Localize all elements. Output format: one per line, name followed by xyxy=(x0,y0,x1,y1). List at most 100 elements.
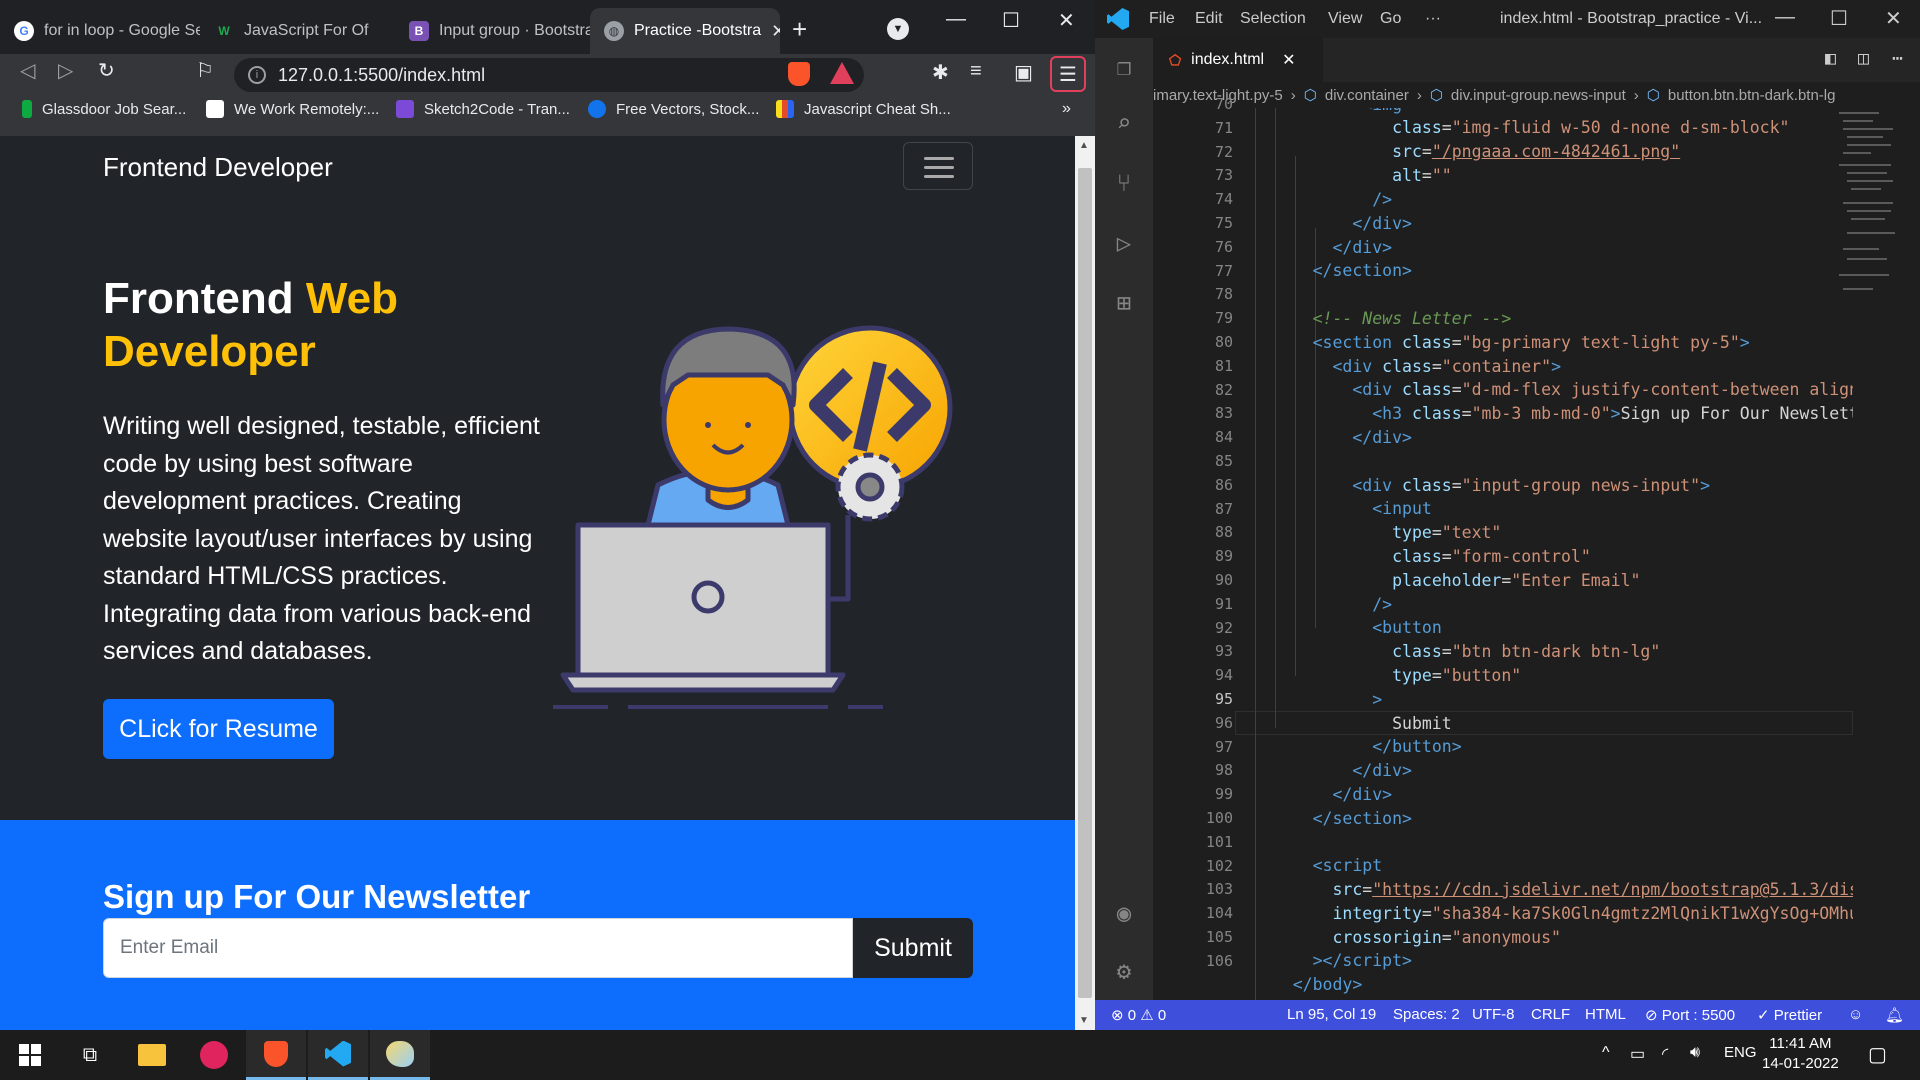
bookmark-free-vectors[interactable]: Free Vectors, Stock... xyxy=(588,100,759,118)
bookmark-glassdoor[interactable]: Glassdoor Job Sear... xyxy=(22,100,186,118)
search-icon[interactable]: ⌕ xyxy=(1109,108,1139,138)
notifications-bell-icon[interactable]: 🔔︎ xyxy=(1885,1006,1904,1024)
minimize-icon[interactable]: — xyxy=(1775,6,1795,29)
reload-icon[interactable]: ↻ xyxy=(98,58,115,83)
extensions-icon[interactable]: ✱ xyxy=(932,60,949,85)
email-input[interactable]: Enter Email xyxy=(103,918,853,978)
tab-practice-bootstrap[interactable]: ◍ Practice -Bootstra ✕ xyxy=(590,8,780,54)
newsletter-title: Sign up For Our Newsletter xyxy=(103,878,531,915)
breadcrumb-item[interactable]: div.container xyxy=(1325,87,1409,104)
live-server-port-status[interactable]: ⊘ Port : 5500 xyxy=(1645,1006,1735,1024)
language-status[interactable]: HTML xyxy=(1585,1006,1626,1023)
notification-center-icon[interactable]: ▢ xyxy=(1868,1042,1887,1067)
scrollbar-thumb[interactable] xyxy=(1078,168,1092,998)
maximize-icon[interactable]: ☐ xyxy=(1002,8,1020,33)
clock-date: 14-01-2022 xyxy=(1762,1055,1839,1072)
extensions-icon[interactable]: ⊞ xyxy=(1109,288,1139,318)
media-player-icon[interactable] xyxy=(184,1030,244,1080)
problems-status[interactable]: ⊗ 0 ⚠ 0 xyxy=(1111,1006,1166,1024)
close-tab-icon[interactable]: ✕ xyxy=(771,21,780,42)
explorer-icon[interactable]: ❐ xyxy=(1109,52,1139,82)
new-tab-icon[interactable]: + xyxy=(792,14,807,45)
playlist-icon[interactable]: ≡ xyxy=(970,60,982,83)
address-bar[interactable]: i 127.0.0.1:5500/index.html xyxy=(234,58,864,92)
menu-more[interactable]: ··· xyxy=(1425,10,1441,28)
site-info-icon[interactable]: i xyxy=(248,66,266,84)
battery-icon[interactable]: ▭ xyxy=(1630,1044,1645,1064)
navbar-brand[interactable]: Frontend Developer xyxy=(103,152,333,183)
minimap[interactable] xyxy=(1837,108,1907,338)
submit-button[interactable]: Submit xyxy=(853,918,973,978)
tab-bootstrap-input-group[interactable]: B Input group · Bootstra xyxy=(395,8,590,54)
line-number: 93 xyxy=(1214,642,1233,661)
eol-status[interactable]: CRLF xyxy=(1531,1006,1570,1023)
forward-icon[interactable]: ▷ xyxy=(58,58,73,83)
bookmark-sketch2code[interactable]: Sketch2Code - Tran... xyxy=(396,100,570,118)
more-bookmarks-icon[interactable]: » xyxy=(1062,100,1071,118)
breadcrumb-item[interactable]: button.btn.btn-dark.btn-lg xyxy=(1668,87,1836,104)
menu-go[interactable]: Go xyxy=(1380,10,1401,28)
scroll-up-icon[interactable]: ▲ xyxy=(1079,140,1089,151)
menu-selection[interactable]: Selection xyxy=(1240,10,1306,28)
feedback-icon[interactable]: ☺ xyxy=(1848,1006,1863,1023)
wifi-icon[interactable]: ◜ xyxy=(1662,1044,1668,1064)
tab-google[interactable]: G for in loop - Google Se xyxy=(0,8,200,54)
close-editor-icon[interactable]: ✕ xyxy=(1282,50,1295,70)
editor-tab-index-html[interactable]: ⬠ index.html ✕ xyxy=(1153,38,1323,82)
scroll-down-icon[interactable]: ▼ xyxy=(1079,1015,1089,1026)
volume-icon[interactable]: 🔊︎ xyxy=(1690,1044,1700,1062)
element-icon: ⬡ xyxy=(1429,87,1443,104)
file-explorer-icon[interactable] xyxy=(122,1030,182,1080)
editor-tab-label: index.html xyxy=(1191,51,1265,68)
url-text: 127.0.0.1:5500/index.html xyxy=(278,64,486,85)
split-editor-icon[interactable]: ◫ xyxy=(1858,48,1869,69)
menu-edit[interactable]: Edit xyxy=(1195,10,1223,28)
line-number: 86 xyxy=(1214,475,1233,494)
breadcrumb-item[interactable]: div.input-group.news-input xyxy=(1451,87,1626,104)
close-window-icon[interactable]: ✕ xyxy=(1885,6,1902,31)
brave-browser-taskbar-icon[interactable] xyxy=(246,1030,306,1080)
close-window-icon[interactable]: ✕ xyxy=(1058,8,1075,33)
open-preview-icon[interactable]: ◧ xyxy=(1825,48,1836,69)
navbar-toggler-button[interactable] xyxy=(903,142,973,190)
tab-search-icon[interactable]: ▼ xyxy=(887,18,909,40)
run-debug-icon[interactable]: ▷ xyxy=(1109,228,1139,258)
prettier-status[interactable]: ✓ Prettier xyxy=(1757,1006,1822,1024)
cursor-position-status[interactable]: Ln 95, Col 19 xyxy=(1287,1006,1376,1023)
line-number: 76 xyxy=(1214,237,1233,256)
brave-rewards-icon[interactable] xyxy=(830,62,854,84)
line-number: 98 xyxy=(1214,761,1233,780)
bookmark-icon[interactable]: ⚐ xyxy=(196,58,214,83)
browser-window: G for in loop - Google Se W JavaScript F… xyxy=(0,0,1095,1030)
menu-file[interactable]: File xyxy=(1149,10,1175,28)
start-button[interactable] xyxy=(0,1030,60,1080)
accounts-icon[interactable]: ◉ xyxy=(1109,898,1139,928)
maximize-icon[interactable]: ☐ xyxy=(1830,6,1848,31)
paint-app-icon[interactable] xyxy=(370,1030,430,1080)
menu-view[interactable]: View xyxy=(1328,10,1362,28)
encoding-status[interactable]: UTF-8 xyxy=(1472,1006,1515,1023)
show-hidden-icons-icon[interactable]: ^ xyxy=(1602,1044,1610,1062)
resume-button[interactable]: CLick for Resume xyxy=(103,699,334,759)
line-number: 101 xyxy=(1205,832,1233,851)
source-control-icon[interactable]: ⑂ xyxy=(1109,168,1139,198)
back-icon[interactable]: ◁ xyxy=(20,58,35,83)
indentation-status[interactable]: Spaces: 2 xyxy=(1393,1006,1460,1023)
tab-javascript-for-of[interactable]: W JavaScript For Of xyxy=(200,8,395,54)
language-indicator[interactable]: ENG xyxy=(1724,1044,1757,1061)
code-editor[interactable]: <img class="img-fluid w-50 d-none d-sm-b… xyxy=(1253,108,1853,1000)
bookmark-weworkremotely[interactable]: We Work Remotely:... xyxy=(206,100,379,118)
task-view-icon[interactable]: ⧉ xyxy=(60,1030,120,1080)
wallet-icon[interactable]: ▣ xyxy=(1014,60,1033,85)
minimize-icon[interactable]: — xyxy=(946,8,966,31)
glassdoor-icon xyxy=(22,100,32,118)
page-scrollbar[interactable]: ▲ ▼ xyxy=(1075,136,1095,1030)
settings-gear-icon[interactable]: ⚙ xyxy=(1109,956,1139,986)
bookmark-js-cheatsheet[interactable]: Javascript Cheat Sh... xyxy=(776,100,951,118)
brave-shield-icon[interactable] xyxy=(788,62,810,86)
clock[interactable]: 11:41 AM 14-01-2022 xyxy=(1762,1034,1839,1074)
browser-menu-button[interactable]: ☰ xyxy=(1050,56,1086,92)
more-actions-icon[interactable]: ⋯ xyxy=(1892,48,1903,69)
vscode-taskbar-icon[interactable] xyxy=(308,1030,368,1080)
element-icon: ⬡ xyxy=(1303,87,1317,104)
